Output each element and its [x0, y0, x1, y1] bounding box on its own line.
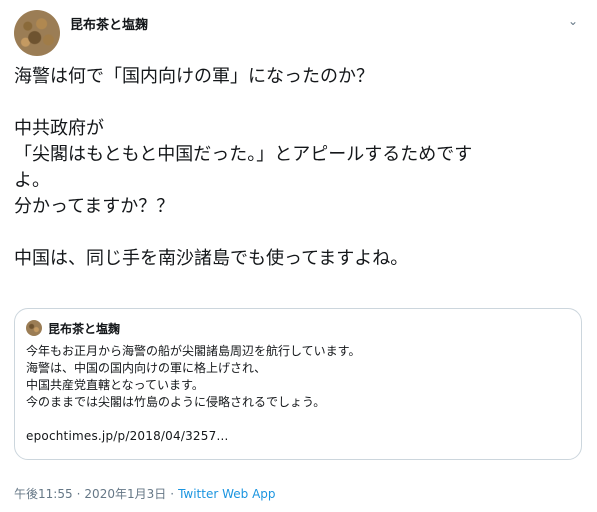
tweet-line: よ。 [14, 170, 50, 191]
tweet-header: 昆布茶と塩麹 ⌄ [14, 10, 584, 58]
tweet-text: 海警は何で「国内向けの軍」になったのか？ 中共政府が 「尖閣はもともと中国だった… [14, 64, 584, 272]
quoted-link[interactable]: epochtimes.jp/p/2018/04/3257… [26, 428, 566, 445]
quoted-author-name: 昆布茶と塩麹 [48, 321, 121, 336]
tweet-line: 「尖閣はもともと中国だった。」とアピールするためです [14, 144, 473, 165]
quoted-line: 中国共産党直轄となっています。 [26, 378, 204, 392]
tweet-line: 海警は何で「国内向けの軍」になったのか？ [14, 66, 374, 87]
avatar[interactable] [14, 10, 60, 56]
meta-separator: · [76, 486, 81, 501]
tweet-line: 分かってますか？？ [14, 196, 175, 217]
tweet-line: 中国は、同じ手を南沙諸島でも使ってますよね。 [14, 248, 409, 269]
quoted-line: 今年もお正月から海警の船が尖閣諸島周辺を航行しています。 [26, 344, 361, 358]
quoted-line: 海警は、中国の国内向けの軍に格上げされ、 [26, 361, 267, 375]
quoted-blank-line [26, 411, 566, 428]
chevron-down-icon[interactable]: ⌄ [564, 12, 582, 30]
quoted-tweet-header: 昆布茶と塩麹 [26, 319, 120, 337]
tweet-time[interactable]: 午後11:55 [14, 485, 73, 502]
tweet-meta: 午後11:55 · 2020年1月3日 · Twitter Web App [14, 485, 276, 502]
author-name[interactable]: 昆布茶と塩麹 [70, 14, 148, 33]
quoted-tweet-text: 今年もお正月から海警の船が尖閣諸島周辺を航行しています。 海警は、中国の国内向け… [26, 343, 566, 445]
tweet-source-link[interactable]: Twitter Web App [178, 487, 275, 501]
quoted-tweet-card[interactable]: 昆布茶と塩麹 今年もお正月から海警の船が尖閣諸島周辺を航行しています。 海警は、… [14, 308, 582, 460]
quoted-line: 今のままでは尖閣は竹島のように侵略されるでしょう。 [26, 395, 326, 409]
tweet-date[interactable]: 2020年1月3日 [84, 485, 166, 502]
tweet-line: 中共政府が [14, 118, 104, 139]
meta-separator: · [170, 486, 175, 501]
quoted-avatar [26, 320, 42, 336]
tweet: 昆布茶と塩麹 ⌄ 海警は何で「国内向けの軍」になったのか？ 中共政府が 「尖閣は… [0, 0, 597, 512]
